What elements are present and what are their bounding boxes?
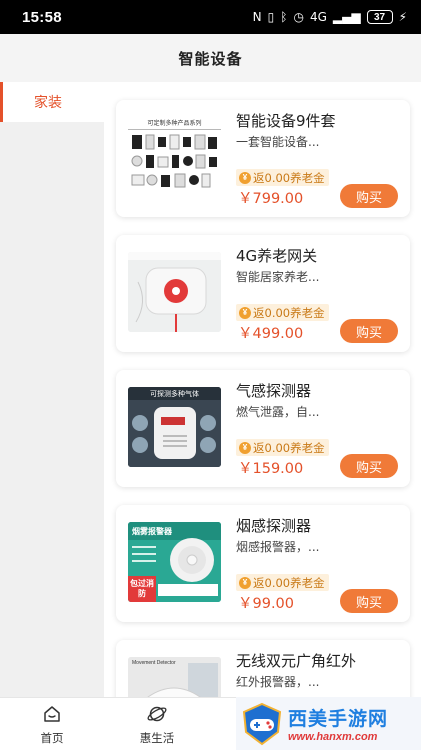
thumb-caption: 烟雾报警器 [132, 527, 172, 536]
rebate-text: 返0.00养老金 [253, 575, 325, 590]
product-desc: 智能居家养老... [236, 270, 320, 284]
watermark: 西美手游网 www.hanxm.com [236, 697, 421, 750]
product-desc: 红外报警器，... [236, 675, 320, 689]
planet-icon [147, 706, 167, 722]
product-card[interactable]: 烟雾报警器 包过消防 烟感探测器 烟感报警器，... ¥ 返0.00养老金 ￥9… [116, 505, 410, 622]
charging-icon: ⚡ [398, 10, 407, 24]
rebate-text: 返0.00养老金 [253, 440, 325, 455]
product-card[interactable]: 可探测多种气体 气感探测器 燃气泄露，自... ¥ 返0.00养老金 ￥159.… [116, 370, 410, 487]
rebate-badge: ¥ 返0.00养老金 [236, 169, 329, 186]
sidebar-item-label: 家装 [34, 95, 62, 111]
watermark-url: www.hanxm.com [288, 731, 378, 743]
nfc-icon: N [252, 10, 262, 24]
page-header: 智能设备 [0, 34, 421, 82]
status-time: 15:58 [22, 8, 62, 26]
product-price: ￥99.00 [238, 596, 295, 612]
product-price: ￥499.00 [238, 326, 304, 342]
home-icon [44, 706, 60, 722]
product-card[interactable]: Movement Detector 无线双元广角红外 红外报警器，... [116, 640, 410, 697]
category-sidebar: 家装 [0, 82, 104, 697]
rebate-text: 返0.00养老金 [253, 170, 325, 185]
buy-button[interactable]: 购买 [340, 454, 398, 478]
thumb-caption: 可定制多种产品系列 [147, 120, 202, 127]
product-title: 无线双元广角红外 [236, 652, 357, 670]
sidebar-item-jiazhuang[interactable]: 家装 [0, 82, 104, 122]
product-card[interactable]: 可定制多种产品系列 智能设备9件套 一套智能设备... ¥ 返0.00养老金 ￥… [116, 100, 410, 217]
infrared-detector-image: Movement Detector [128, 657, 221, 697]
bluetooth-icon: ᛒ [280, 10, 288, 24]
product-list: 可定制多种产品系列 智能设备9件套 一套智能设备... ¥ 返0.00养老金 ￥… [104, 82, 421, 697]
coin-icon: ¥ [239, 306, 251, 319]
vibrate-icon: ▯ [267, 10, 275, 24]
watermark-text: 西美手游网 www.hanxm.com [288, 704, 388, 743]
product-title: 烟感探测器 [236, 517, 312, 535]
coin-icon: ¥ [239, 441, 251, 454]
coin-icon: ¥ [239, 171, 251, 184]
buy-button[interactable]: 购买 [340, 319, 398, 343]
signal-label: 4G [309, 10, 327, 24]
page-title: 智能设备 [178, 49, 243, 68]
battery-icon: 37 [366, 10, 393, 24]
rebate-badge: ¥ 返0.00养老金 [236, 574, 329, 591]
product-title: 智能设备9件套 [236, 112, 336, 130]
product-desc: 一套智能设备... [236, 135, 320, 149]
thumb-caption: 可探测多种气体 [150, 390, 199, 398]
product-price: ￥159.00 [238, 461, 304, 477]
watermark-title: 西美手游网 [288, 708, 389, 730]
rebate-text: 返0.00养老金 [253, 305, 325, 320]
coin-icon: ¥ [239, 576, 251, 589]
nav-item-life[interactable]: 惠生活 [127, 704, 187, 746]
sos-gateway-image [128, 252, 221, 332]
smoke-detector-image: 烟雾报警器 包过消防 [128, 522, 221, 602]
status-bar: 15:58 N ▯ ᛒ ◷ 4G ▂▄▆ 37 ⚡ [0, 0, 421, 34]
product-desc: 燃气泄露，自... [236, 405, 320, 419]
smart-device-set-image: 可定制多种产品系列 [128, 117, 221, 197]
alarm-icon: ◷ [293, 10, 304, 24]
product-title: 气感探测器 [236, 382, 312, 400]
nav-label: 首页 [40, 731, 64, 745]
nav-label: 惠生活 [139, 731, 175, 745]
buy-button[interactable]: 购买 [340, 184, 398, 208]
product-desc: 烟感报警器，... [236, 540, 320, 554]
product-card[interactable]: 4G养老网关 智能居家养老... ¥ 返0.00养老金 ￥499.00 购买 [116, 235, 410, 352]
rebate-badge: ¥ 返0.00养老金 [236, 439, 329, 456]
nav-item-home[interactable]: 首页 [22, 704, 82, 746]
rebate-badge: ¥ 返0.00养老金 [236, 304, 329, 321]
product-title: 4G养老网关 [236, 247, 318, 265]
signal-icon: ▂▄▆ [332, 10, 361, 24]
buy-button[interactable]: 购买 [340, 589, 398, 613]
gamepad-logo-icon [242, 702, 282, 745]
product-price: ￥799.00 [238, 191, 304, 207]
gas-detector-image: 可探测多种气体 [128, 387, 221, 467]
thumb-caption: Movement Detector [132, 660, 176, 666]
thumb-badge: 包过消防 [130, 579, 154, 598]
status-icons: N ▯ ᛒ ◷ 4G ▂▄▆ 37 ⚡ [253, 10, 407, 24]
